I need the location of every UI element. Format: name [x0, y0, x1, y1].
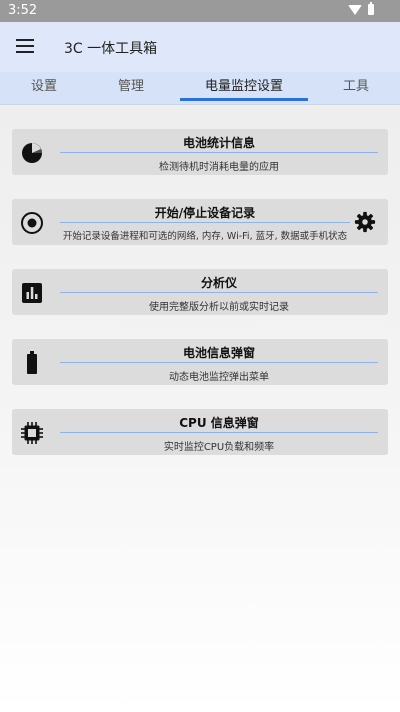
card-divider	[60, 362, 378, 363]
device-record-card[interactable]: 开始/停止设备记录 开始记录设备进程和可选的网络, 内存, Wi-Fi, 蓝牙,…	[12, 199, 388, 245]
status-icons	[348, 2, 374, 15]
analyzer-card[interactable]: 分析仪 使用完整版分析以前或实时记录	[12, 269, 388, 315]
battery-icon	[368, 2, 374, 15]
card-subtitle: 使用完整版分析以前或实时记录	[149, 302, 289, 313]
app-bar: 3C 一体工具箱	[0, 22, 400, 72]
record-icon	[21, 212, 43, 234]
menu-icon[interactable]	[16, 39, 34, 53]
battery-popup-card[interactable]: 电池信息弹窗 动态电池监控弹出菜单	[12, 339, 388, 385]
card-subtitle: 检测待机时消耗电量的应用	[159, 162, 279, 173]
tab-settings[interactable]: 设置	[0, 72, 88, 104]
tab-manage[interactable]: 管理	[88, 72, 174, 104]
card-divider	[60, 152, 378, 153]
cpu-popup-card[interactable]: CPU 信息弹窗 实时监控CPU负载和频率	[12, 409, 388, 455]
card-divider	[60, 222, 350, 223]
tab-tools[interactable]: 工具	[312, 72, 400, 104]
card-title: CPU 信息弹窗	[179, 416, 259, 430]
card-divider	[60, 432, 378, 433]
battery-icon	[27, 351, 37, 374]
card-subtitle: 动态电池监控弹出菜单	[169, 372, 269, 383]
wifi-icon	[348, 4, 362, 15]
card-title: 电池统计信息	[182, 136, 255, 150]
card-title: 分析仪	[200, 276, 237, 290]
card-title: 开始/停止设备记录	[154, 206, 256, 220]
active-tab-indicator	[180, 98, 308, 101]
battery-stats-card[interactable]: 电池统计信息 检测待机时消耗电量的应用	[12, 129, 388, 175]
analytics-icon	[22, 283, 42, 303]
card-subtitle: 实时监控CPU负载和频率	[163, 442, 275, 453]
pie-chart-icon	[22, 143, 42, 163]
status-time: 3:52	[8, 3, 38, 18]
card-subtitle: 开始记录设备进程和可选的网络, 内存, Wi-Fi, 蓝牙, 数据或手机状态	[62, 231, 348, 242]
card-divider	[60, 292, 378, 293]
app-title: 3C 一体工具箱	[64, 41, 158, 57]
card-title: 电池信息弹窗	[182, 346, 255, 360]
status-bar: 3:52	[0, 0, 400, 22]
cpu-chip-icon	[21, 422, 43, 444]
gear-icon[interactable]	[354, 211, 376, 233]
